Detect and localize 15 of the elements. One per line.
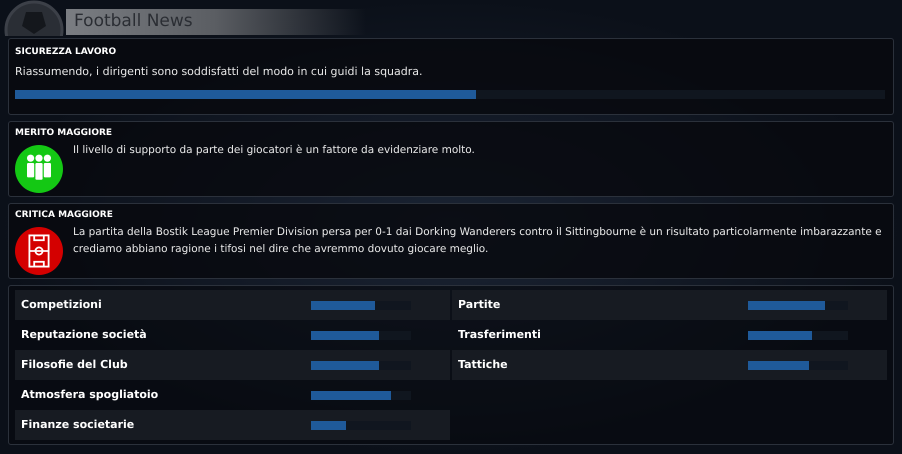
rating-label: Partite (458, 296, 502, 313)
card-heading: CRITICA MAGGIORE (15, 209, 114, 222)
card-text: Riassumendo, i dirigenti sono soddisfatti del modo in cui guidi la squadra. (15, 64, 424, 80)
rating-label: Filosofie del Club (21, 356, 129, 373)
card-heading: MERITO MAGGIORE (15, 127, 114, 140)
rating-label: Finanze societarie (21, 416, 136, 433)
rating-label: Trasferimenti (458, 326, 542, 343)
page-title: Football News (73, 10, 193, 34)
card-text: Il livello di supporto da parte dei giocatori è un fattore da evidenziare molto. (73, 142, 475, 158)
rating-label: Tattiche (458, 356, 509, 373)
rating-label: Competizioni (21, 296, 103, 313)
card-text: La partita della Bostik League Premier Division persa per 0-1 dai Dorking Wanderers contro il Sittingbourne è un risultato particolarmente imbarazzante e crediamo abbiano ragione i tifosi nel dire che avremmo dovuto giocare meglio. (73, 224, 883, 256)
rating-label: Atmosfera spogliatoio (21, 386, 160, 403)
rating-label: Reputazione società (21, 326, 148, 343)
card-heading: SICUREZZA LAVORO (15, 46, 118, 59)
